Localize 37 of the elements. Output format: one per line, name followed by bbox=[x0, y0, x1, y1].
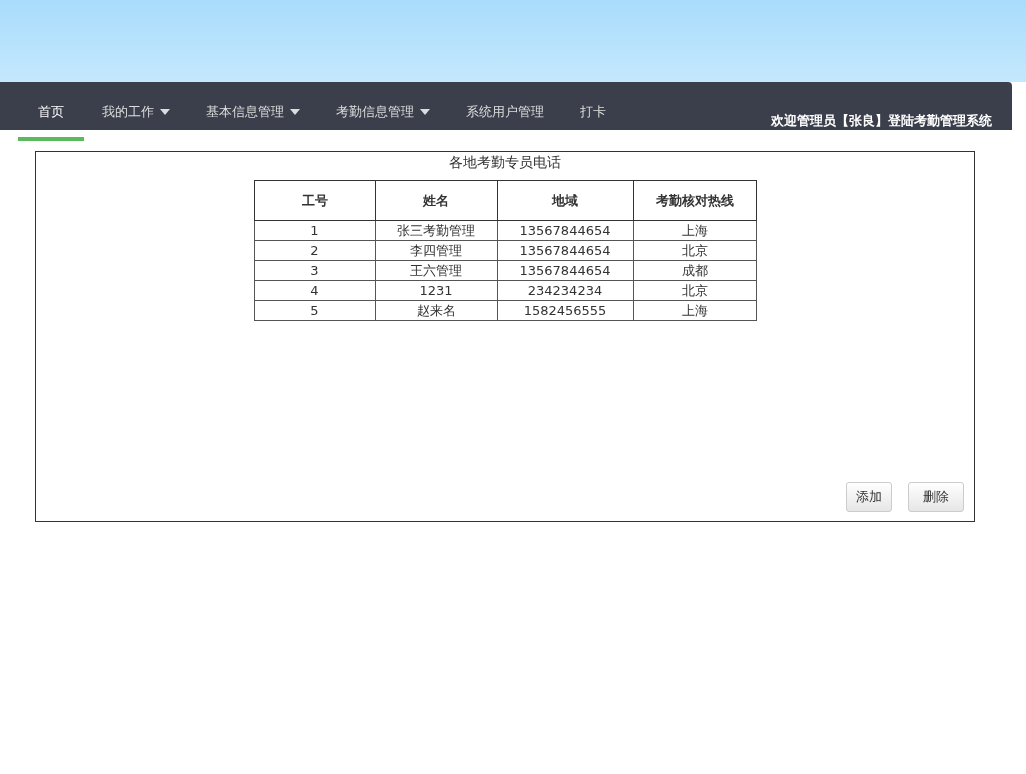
table-cell: 李四管理 bbox=[375, 240, 497, 261]
column-header: 地域 bbox=[497, 180, 633, 221]
table-cell: 北京 bbox=[633, 280, 756, 301]
add-button[interactable]: 添加 bbox=[846, 482, 892, 512]
table-cell: 4 bbox=[254, 280, 375, 301]
table-cell: 1 bbox=[254, 220, 375, 241]
column-header: 姓名 bbox=[375, 180, 497, 221]
caret-icon bbox=[160, 109, 170, 115]
table-cell: 1582456555 bbox=[497, 300, 633, 321]
table-cell: 234234234 bbox=[497, 280, 633, 301]
table-cell: 成都 bbox=[633, 260, 756, 281]
table-cell: 5 bbox=[254, 300, 375, 321]
table-cell: 3 bbox=[254, 260, 375, 281]
table-cell: 2 bbox=[254, 240, 375, 261]
nav-tab[interactable]: 考勤信息管理 bbox=[322, 82, 442, 141]
table-cell: 王六管理 bbox=[375, 260, 497, 281]
nav-tab[interactable]: 打卡 bbox=[566, 82, 618, 141]
caret-icon bbox=[290, 109, 300, 115]
table-cell: 1231 bbox=[375, 280, 497, 301]
table-cell: 张三考勤管理 bbox=[375, 220, 497, 241]
column-header: 考勤核对热线 bbox=[633, 180, 756, 221]
table-cell: 上海 bbox=[633, 220, 756, 241]
panel-title: 各地考勤专员电话 bbox=[449, 154, 561, 172]
nav-tab[interactable]: 基本信息管理 bbox=[192, 82, 312, 141]
table-cell: 赵来名 bbox=[375, 300, 497, 321]
nav-tab[interactable]: 首页 bbox=[18, 82, 84, 141]
nav-tab[interactable]: 系统用户管理 bbox=[452, 82, 556, 141]
table-cell: 13567844654 bbox=[497, 220, 633, 241]
welcome-text: 欢迎管理员【张良】登陆考勤管理系统 bbox=[771, 112, 992, 130]
nav-tab[interactable]: 我的工作 bbox=[88, 82, 182, 141]
caret-icon bbox=[420, 109, 430, 115]
column-header: 工号 bbox=[254, 180, 375, 221]
delete-button[interactable]: 删除 bbox=[908, 482, 964, 512]
table-cell: 13567844654 bbox=[497, 240, 633, 261]
table-cell: 13567844654 bbox=[497, 260, 633, 281]
table-cell: 上海 bbox=[633, 300, 756, 321]
table-cell: 北京 bbox=[633, 240, 756, 261]
